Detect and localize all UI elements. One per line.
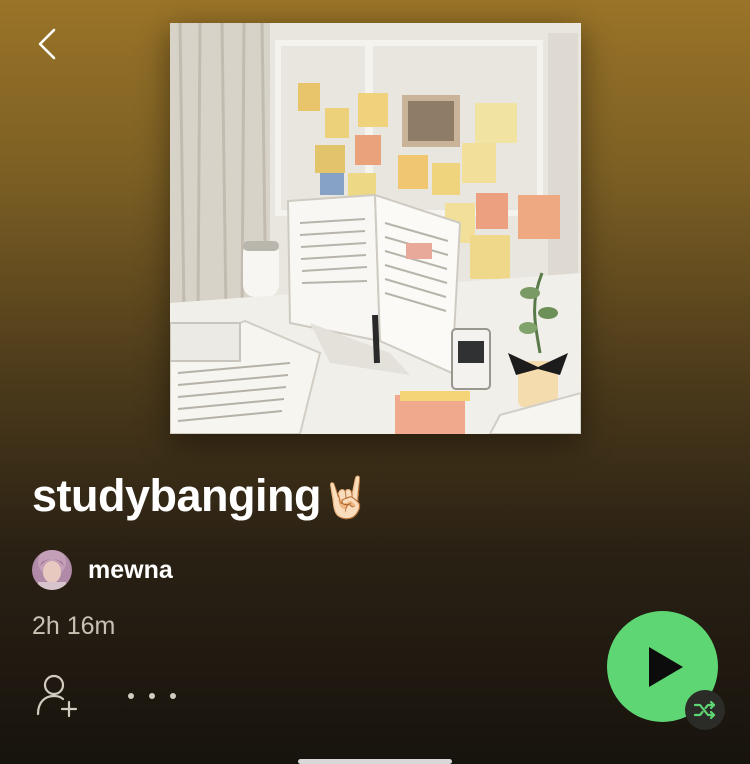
shuffle-icon [693,700,716,720]
more-options-icon [128,693,134,699]
play-icon [648,646,683,687]
back-button[interactable] [30,24,64,64]
avatar [32,550,72,590]
playlist-owner[interactable]: mewna [32,550,173,590]
more-options-icon-dot [149,693,155,699]
more-options-button[interactable] [128,682,176,710]
playlist-title: studybanging🤘🏻 [32,470,371,522]
shuffle-button[interactable] [685,690,725,730]
owner-name: mewna [88,555,173,584]
playlist-title-text: studybanging [32,470,321,521]
playlist-cover-image [170,23,581,434]
more-options-icon-dot [170,693,176,699]
chevron-left-icon [38,28,56,60]
follow-button[interactable] [34,672,80,718]
playlist-duration: 2h 16m [32,612,116,640]
rock-hand-emoji: 🤘🏻 [320,476,371,520]
home-indicator[interactable] [298,759,452,764]
add-user-icon [36,674,78,718]
